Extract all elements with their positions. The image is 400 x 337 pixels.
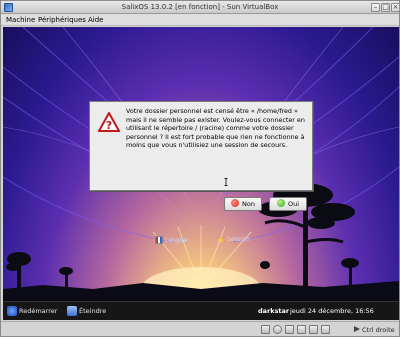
- close-button[interactable]: ×: [391, 3, 400, 12]
- restart-button[interactable]: Redémarrer: [7, 306, 57, 316]
- no-icon: [231, 199, 240, 207]
- svg-text:?: ?: [106, 119, 112, 132]
- no-label: Non: [242, 200, 255, 208]
- usb-icon[interactable]: [285, 325, 294, 334]
- window-title: SalixOS 13.0.2 [en fonction] - Sun Virtu…: [121, 3, 279, 11]
- restart-label: Redémarrer: [19, 307, 58, 315]
- menu-peripheriques[interactable]: Périphériques: [38, 16, 86, 24]
- host-key-label: Ctrl droite: [362, 326, 395, 334]
- restart-icon: [7, 306, 17, 316]
- session-label: Session: [227, 236, 250, 243]
- text-cursor-icon: [224, 178, 228, 186]
- dialog-message: Votre dossier personnel est censé être «…: [126, 107, 305, 150]
- minimize-button[interactable]: –: [371, 3, 380, 12]
- flag-icon: [155, 236, 163, 244]
- clock: jeudi 24 décembre, 16:56: [290, 307, 374, 315]
- hostname: darkstar: [258, 307, 290, 315]
- language-label: Langue: [165, 237, 188, 244]
- yes-label: Oui: [287, 200, 300, 208]
- cd-icon[interactable]: [273, 325, 282, 334]
- star-icon: ★: [217, 236, 225, 245]
- title-bar[interactable]: SalixOS 13.0.2 [en fonction] - Sun Virtu…: [1, 1, 400, 14]
- host-key-arrow-icon: [354, 326, 360, 332]
- network-icon[interactable]: [297, 325, 306, 334]
- question-icon: ?: [98, 112, 120, 132]
- menu-bar: Machine Périphériques Aide: [1, 14, 399, 26]
- status-bar: Ctrl droite: [1, 321, 399, 336]
- menu-aide[interactable]: Aide: [88, 16, 103, 24]
- shutdown-label: Éteindre: [79, 307, 107, 315]
- shared-folder-icon[interactable]: [309, 325, 318, 334]
- maximize-button[interactable]: □: [381, 3, 390, 12]
- missing-home-dialog: ? Votre dossier personnel est censé être…: [89, 101, 313, 191]
- session-option[interactable]: ★ Session: [217, 236, 250, 245]
- yes-button[interactable]: Oui: [269, 197, 307, 211]
- mouse-icon[interactable]: [321, 325, 330, 334]
- hdd-icon[interactable]: [261, 325, 270, 334]
- virtualbox-window: SalixOS 13.0.2 [en fonction] - Sun Virtu…: [0, 0, 400, 337]
- shutdown-button[interactable]: Éteindre: [67, 306, 106, 316]
- yes-icon: [276, 199, 285, 207]
- menu-machine[interactable]: Machine: [6, 16, 35, 24]
- shutdown-icon: [67, 306, 77, 316]
- no-button[interactable]: Non: [224, 197, 262, 211]
- language-option[interactable]: Langue: [155, 236, 187, 244]
- login-taskbar: Redémarrer Éteindre darkstar jeudi 24 dé…: [3, 301, 399, 320]
